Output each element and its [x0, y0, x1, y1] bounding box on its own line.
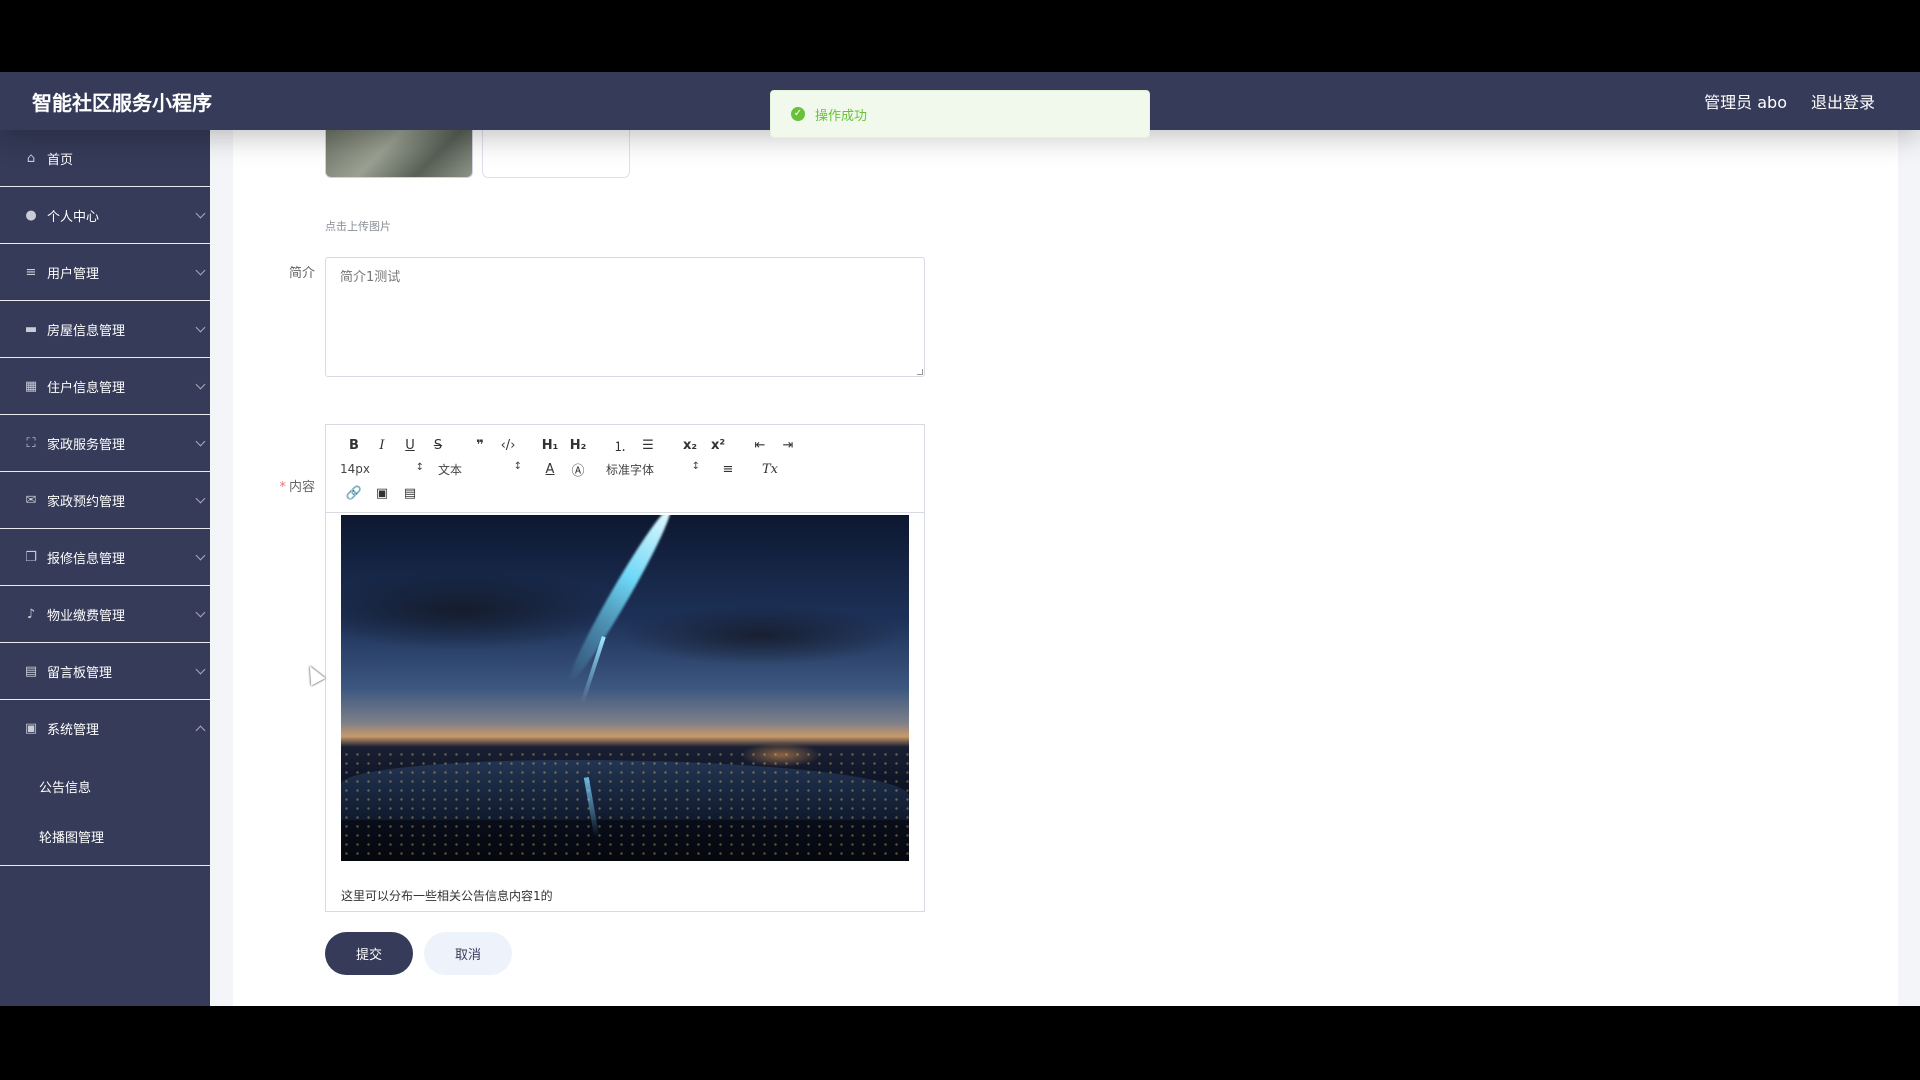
sidebar-item-payments[interactable]: ♪ 物业缴费管理: [0, 586, 210, 643]
sidebar-subitem-notices[interactable]: 公告信息: [0, 761, 210, 811]
sidebar: ⌂ 首页 ● 个人中心 ≡ 用户管理 ▬ 房屋信息管理 ▦ 住户信息管理 ⛶ 家…: [0, 130, 210, 1006]
app-title: 智能社区服务小程序: [32, 91, 212, 115]
sidebar-item-messages[interactable]: ▤ 留言板管理: [0, 643, 210, 700]
sidebar-item-label: 家政预约管理: [47, 494, 126, 510]
sidebar-subitem-carousel[interactable]: 轮播图管理: [0, 811, 210, 861]
outdent-icon[interactable]: ⇤: [746, 438, 774, 453]
home-icon: ⌂: [26, 150, 36, 166]
underline-button[interactable]: U: [396, 438, 424, 453]
intro-label: 简介: [288, 266, 315, 281]
logout-link[interactable]: 退出登录: [1811, 89, 1875, 113]
sidebar-item-label: 个人中心: [47, 209, 100, 225]
user-icon: ●: [25, 207, 37, 223]
success-toast: ✓ 操作成功: [770, 90, 1150, 138]
blockquote-icon[interactable]: ❞: [466, 438, 494, 453]
font-size-select[interactable]: 14px: [340, 462, 424, 476]
current-user: 管理员 abo: [1704, 93, 1787, 112]
image-icon[interactable]: ▣: [368, 486, 396, 501]
rich-text-editor[interactable]: B I U S ❞ ‹/› H₁ H₂ ⒈ ☰ x₂ x² ⇤ ⇥ 14px ↕…: [325, 424, 925, 912]
intro-textarea[interactable]: [325, 257, 925, 377]
align-icon[interactable]: ≡: [714, 462, 742, 477]
chevron-down-icon: [195, 379, 206, 390]
heading2-button[interactable]: H₂: [564, 438, 592, 453]
app-window: 智能社区服务小程序 管理员 abo 退出登录 ✓ 操作成功 ⌂ 首页 ● 个人中…: [0, 72, 1920, 1006]
chevron-up-icon: [195, 725, 206, 736]
italic-button[interactable]: I: [368, 438, 396, 453]
chevron-down-icon: [195, 664, 206, 675]
city-lights: [341, 750, 909, 860]
sidebar-item-houses[interactable]: ▬ 房屋信息管理: [0, 301, 210, 358]
upload-tip: 点击上传图片: [325, 220, 391, 233]
text-type-select[interactable]: 文本: [438, 461, 522, 478]
check-circle-icon: ✓: [791, 107, 805, 121]
content-label: * 内容: [255, 476, 315, 495]
sidebar-item-label: 首页: [47, 152, 74, 168]
mail-icon: ✉: [25, 492, 37, 508]
chevron-down-icon: [195, 550, 206, 561]
sidebar-item-profile[interactable]: ● 个人中心: [0, 187, 210, 244]
editor-body-text: 这里可以分布一些相关公告信息内容1的: [341, 889, 553, 903]
sidebar-item-repairs[interactable]: ❐ 报修信息管理: [0, 529, 210, 586]
editor-toolbar: B I U S ❞ ‹/› H₁ H₂ ⒈ ☰ x₂ x² ⇤ ⇥ 14px ↕…: [326, 425, 924, 513]
font-family-select[interactable]: 标准字体: [606, 461, 700, 478]
mic-icon: ♪: [26, 606, 36, 622]
required-mark: *: [279, 480, 286, 495]
copy-icon: ❐: [25, 549, 37, 565]
sidebar-item-label: 系统管理: [47, 723, 100, 738]
upload-image-slot[interactable]: [482, 130, 630, 178]
strike-button[interactable]: S: [424, 438, 452, 453]
clipboard-icon: ▣: [24, 721, 38, 736]
superscript-button[interactable]: x²: [704, 438, 732, 453]
system-submenu: 公告信息 轮播图管理: [0, 757, 210, 866]
link-icon[interactable]: 🔗: [340, 486, 368, 501]
subscript-button[interactable]: x₂: [676, 438, 704, 453]
chevron-down-icon: [195, 322, 206, 333]
code-icon[interactable]: ‹/›: [494, 438, 522, 453]
resize-handle[interactable]: [917, 369, 923, 375]
bullet-list-icon[interactable]: ☰: [634, 438, 662, 453]
heading1-button[interactable]: H₁: [536, 438, 564, 453]
sidebar-item-housekeeping[interactable]: ⛶ 家政服务管理: [0, 415, 210, 472]
sidebar-item-system[interactable]: ▣ 系统管理: [0, 700, 210, 757]
chevron-down-icon: [195, 265, 206, 276]
sidebar-item-label: 用户管理: [47, 266, 100, 282]
chevron-down-icon: [195, 436, 206, 447]
chevron-down-icon: [195, 493, 206, 504]
sidebar-item-label: 房屋信息管理: [47, 323, 126, 339]
indent-icon[interactable]: ⇥: [774, 438, 802, 453]
chevron-down-icon: [195, 607, 206, 618]
cancel-button[interactable]: 取消: [424, 932, 512, 975]
ticket-icon: ▬: [24, 321, 38, 337]
ordered-list-icon[interactable]: ⒈: [606, 436, 634, 455]
submit-button[interactable]: 提交: [325, 932, 413, 975]
bold-button[interactable]: B: [340, 438, 368, 453]
clear-format-icon[interactable]: Tx: [756, 462, 784, 477]
uploaded-image-thumbnail[interactable]: [325, 130, 473, 178]
sidebar-item-label: 住户信息管理: [47, 380, 126, 396]
background-color-icon[interactable]: Ⓐ: [564, 460, 592, 479]
sidebar-item-residents[interactable]: ▦ 住户信息管理: [0, 358, 210, 415]
sidebar-item-users[interactable]: ≡ 用户管理: [0, 244, 210, 301]
editor-image: [341, 515, 909, 861]
grid-icon: ▦: [24, 378, 38, 394]
video-icon[interactable]: ▤: [396, 486, 424, 501]
chevron-down-icon: [195, 208, 206, 219]
sidebar-item-home[interactable]: ⌂ 首页: [0, 130, 210, 187]
sidebar-item-label: 报修信息管理: [47, 551, 126, 567]
comet-streak: [562, 515, 678, 687]
toast-message: 操作成功: [815, 108, 868, 124]
list-icon: ≡: [25, 264, 37, 280]
apps-icon: ▤: [24, 663, 38, 679]
form-card: 点击上传图片 简介 *内容 B I U S ❞ ‹/› H₁ H₂ ⒈: [233, 130, 1898, 1006]
expand-icon: ⛶: [26, 435, 36, 451]
sidebar-item-label: 物业缴费管理: [47, 608, 126, 624]
sidebar-item-label: 留言板管理: [47, 665, 113, 681]
sidebar-item-label: 家政服务管理: [47, 437, 126, 453]
sidebar-item-appointments[interactable]: ✉ 家政预约管理: [0, 472, 210, 529]
content-label-text: 内容: [288, 480, 315, 495]
font-color-icon[interactable]: A: [536, 462, 564, 477]
